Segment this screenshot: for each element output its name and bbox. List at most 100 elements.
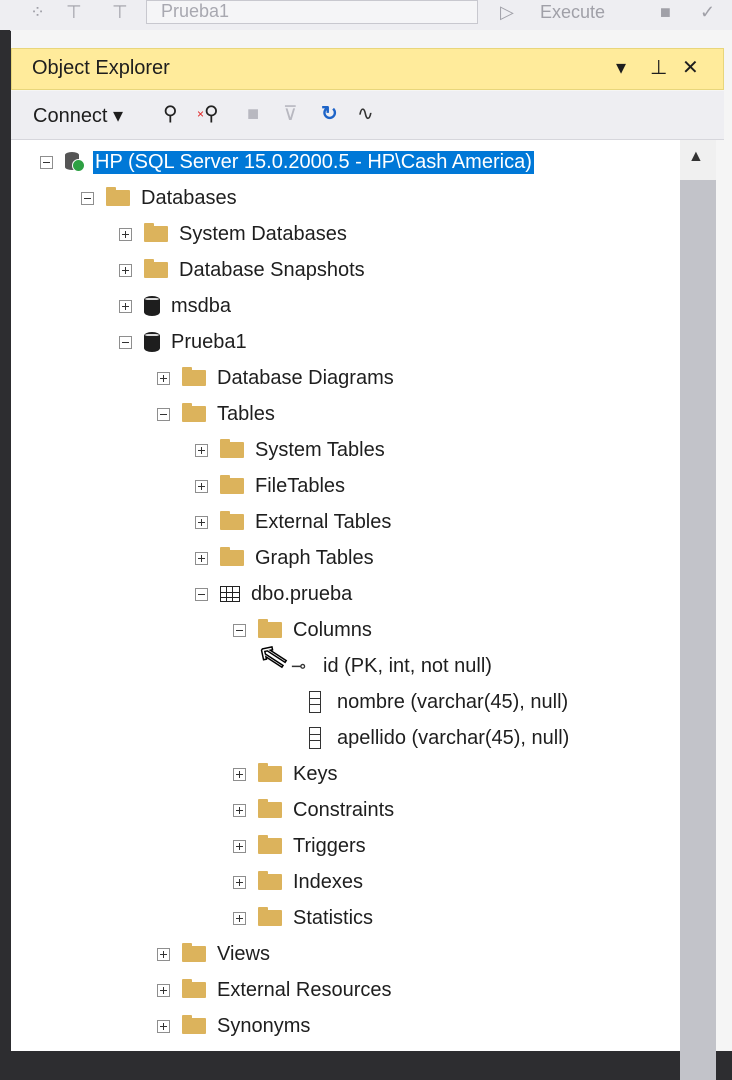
collapse-icon[interactable] <box>81 191 94 205</box>
toolbar-icon[interactable]: ⊤ <box>112 2 128 22</box>
tree-node-statistics[interactable]: Statistics <box>233 903 373 933</box>
tree-node-graph-tables[interactable]: Graph Tables <box>195 543 374 573</box>
node-label: Prueba1 <box>171 330 247 353</box>
tree-node-system-databases[interactable]: System Databases <box>119 219 347 249</box>
tree-node-column-apellido[interactable]: apellido (varchar(45), null) <box>309 723 569 753</box>
connect-icon[interactable]: ⚲ <box>163 103 178 125</box>
folder-icon <box>258 763 282 782</box>
database-selector-value: Prueba1 <box>161 1 230 21</box>
expand-icon[interactable] <box>195 551 208 565</box>
expand-icon[interactable] <box>195 479 208 493</box>
folder-icon <box>182 979 206 998</box>
tree-node-database-diagrams[interactable]: Database Diagrams <box>157 363 394 393</box>
scrollbar-thumb[interactable] <box>680 180 716 1080</box>
node-label: apellido (varchar(45), null) <box>337 726 570 749</box>
tree-node-database-snapshots[interactable]: Database Snapshots <box>119 255 365 285</box>
tree-node-external-tables[interactable]: External Tables <box>195 507 391 537</box>
tree-node-prueba1[interactable]: Prueba1 <box>119 327 247 357</box>
node-label: Keys <box>293 762 338 785</box>
folder-icon <box>220 547 244 566</box>
folder-icon <box>220 439 244 458</box>
tree-node-filetables[interactable]: FileTables <box>195 471 345 501</box>
database-icon <box>144 332 160 352</box>
dropdown-icon[interactable]: ▾ <box>616 55 626 80</box>
disconnect-icon[interactable]: ×⚲ <box>197 103 219 125</box>
folder-icon <box>258 907 282 926</box>
tree-node-external-resources[interactable]: External Resources <box>157 975 392 1005</box>
tree-node-keys[interactable]: Keys <box>233 759 337 789</box>
pin-icon[interactable]: ⊥ <box>650 55 667 80</box>
collapse-icon[interactable] <box>40 155 53 169</box>
object-explorer-toolbar: Connect ▾ ⚲ ×⚲ ■ ⊽ ↻ ∿ <box>11 91 724 140</box>
expand-icon[interactable] <box>233 911 246 925</box>
table-icon <box>220 586 240 602</box>
vertical-scrollbar[interactable]: ▲ <box>680 140 716 1080</box>
collapse-icon[interactable] <box>195 587 208 601</box>
expand-icon[interactable] <box>157 371 170 385</box>
expand-icon[interactable] <box>157 947 170 961</box>
folder-icon <box>182 367 206 386</box>
expand-icon[interactable] <box>119 299 132 313</box>
node-label: dbo.prueba <box>251 582 353 605</box>
folder-icon <box>182 1015 206 1034</box>
expand-icon[interactable] <box>233 875 246 889</box>
check-icon[interactable]: ✓ <box>700 2 715 22</box>
execute-button[interactable]: Execute <box>540 2 605 22</box>
folder-icon <box>106 187 130 206</box>
expand-icon[interactable] <box>157 983 170 997</box>
node-label: External Resources <box>217 978 392 1001</box>
tree-node-synonyms[interactable]: Synonyms <box>157 1011 310 1041</box>
column-icon <box>309 691 321 713</box>
toolbar-icon[interactable]: ⊤ <box>66 2 82 22</box>
tree-node-tables[interactable]: Tables <box>157 399 275 429</box>
tree-node-indexes[interactable]: Indexes <box>233 867 363 897</box>
scroll-up-icon[interactable]: ▲ <box>688 148 704 166</box>
column-icon <box>309 727 321 749</box>
node-label: Tables <box>217 402 275 425</box>
connect-label: Connect <box>33 105 108 127</box>
left-edge <box>0 30 10 1051</box>
folder-icon <box>182 403 206 422</box>
object-explorer-tree: HP (SQL Server 15.0.2000.5 - HP\Cash Ame… <box>11 140 680 1051</box>
tree-node-column-id[interactable]: ⊸ id (PK, int, not null) <box>291 651 492 681</box>
tree-node-views[interactable]: Views <box>157 939 270 969</box>
node-label: msdba <box>171 294 232 317</box>
tree-node-databases[interactable]: Databases <box>81 183 237 213</box>
tree-node-system-tables[interactable]: System Tables <box>195 435 385 465</box>
folder-icon <box>220 475 244 494</box>
folder-icon <box>258 799 282 818</box>
stop-icon[interactable]: ■ <box>247 103 259 125</box>
expand-icon[interactable] <box>157 1019 170 1033</box>
tree-node-msdba[interactable]: msdba <box>119 291 231 321</box>
node-label: Triggers <box>293 834 366 857</box>
expand-icon[interactable] <box>233 803 246 817</box>
primary-key-icon: ⊸ <box>291 655 307 677</box>
tree-node-column-nombre[interactable]: nombre (varchar(45), null) <box>309 687 568 717</box>
tree-node-constraints[interactable]: Constraints <box>233 795 394 825</box>
collapse-icon[interactable] <box>233 623 246 637</box>
tree-node-server[interactable]: HP (SQL Server 15.0.2000.5 - HP\Cash Ame… <box>40 147 535 177</box>
connect-button[interactable]: Connect ▾ <box>33 103 123 128</box>
node-label: Indexes <box>293 870 364 893</box>
execute-icon[interactable]: ▷ <box>500 2 514 22</box>
expand-icon[interactable] <box>119 263 132 277</box>
expand-icon[interactable] <box>195 515 208 529</box>
panel-title: Object Explorer <box>32 57 170 79</box>
database-selector[interactable]: Prueba1 <box>146 0 478 24</box>
collapse-icon[interactable] <box>157 407 170 421</box>
close-icon[interactable]: ✕ <box>682 55 699 80</box>
folder-icon <box>182 943 206 962</box>
tree-node-dbo-prueba[interactable]: dbo.prueba <box>195 579 352 609</box>
expand-icon[interactable] <box>195 443 208 457</box>
filter-icon[interactable]: ⊽ <box>283 103 298 125</box>
tree-node-triggers[interactable]: Triggers <box>233 831 366 861</box>
activity-icon[interactable]: ∿ <box>357 103 374 125</box>
toolbar-icon[interactable]: ⁘ <box>30 2 45 22</box>
refresh-icon[interactable]: ↻ <box>321 103 338 125</box>
expand-icon[interactable] <box>233 839 246 853</box>
stop-icon[interactable]: ■ <box>660 2 671 22</box>
expand-icon[interactable] <box>233 767 246 781</box>
expand-icon[interactable] <box>119 227 132 241</box>
node-label: Synonyms <box>217 1014 311 1037</box>
collapse-icon[interactable] <box>119 335 132 349</box>
